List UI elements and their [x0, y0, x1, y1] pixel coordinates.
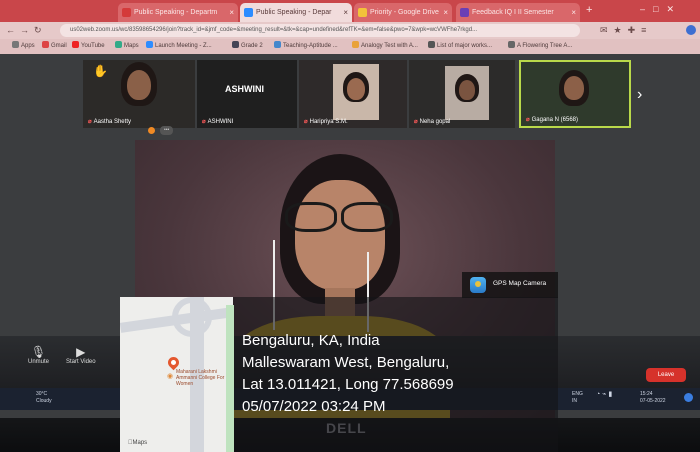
participant-face [347, 78, 365, 100]
participant-face [127, 70, 151, 100]
place-icon: ◉ [167, 373, 174, 380]
bookmark-teaching[interactable]: Teaching-Aptitude ... [274, 41, 338, 52]
bookmark-flowering-tree[interactable]: A Flowering Tree A... [508, 41, 572, 52]
notification-icon[interactable] [684, 393, 693, 402]
participant-avatar-name: ASHWINI [225, 84, 264, 94]
tab-label: Feedback IQ I II Semester [472, 9, 554, 16]
zoom-favicon-icon [244, 8, 253, 17]
maps-icon [115, 41, 122, 48]
gps-timestamp: 05/07/2022 03:24 PM [242, 398, 386, 415]
close-icon[interactable]: × [443, 3, 448, 22]
tab-label: Public Speaking - Departm [134, 9, 218, 16]
muted-mic-icon: ⌀ [202, 119, 206, 125]
bookmark-apps[interactable]: Apps [12, 41, 35, 52]
start-video-button[interactable]: ▶ Start Video [66, 345, 96, 365]
zoom-icon [146, 41, 153, 48]
recording-icon [148, 127, 155, 134]
raised-hand-icon: ✋ [93, 64, 108, 78]
participant-tile[interactable]: ✋ ⌀ Aastha Shetty [83, 60, 195, 128]
gps-city: Bengaluru, KA, India [242, 332, 380, 349]
speaker-face [295, 180, 385, 290]
bookmark-youtube[interactable]: YouTube [72, 41, 105, 52]
gps-camera-label: GPS Map Camera [493, 280, 547, 287]
tray-icons[interactable]: ◔ ⌁ ▮ [596, 391, 612, 398]
start-video-label: Start Video [66, 359, 96, 365]
participant-name: Gagana N (6568) [531, 117, 578, 123]
new-tab-button[interactable]: + [586, 4, 592, 16]
forms-favicon-icon [460, 8, 469, 17]
tab-favicon-icon [122, 8, 131, 17]
google-icon [274, 41, 281, 48]
profile-avatar[interactable] [686, 25, 696, 35]
bookmarks-bar [0, 39, 700, 54]
video-camera-icon: ▶ [76, 345, 86, 359]
weather-temp: 30°C [36, 391, 48, 397]
browser-tab-active[interactable]: Public Speaking - Depar × [240, 3, 352, 22]
tab-label: Priority - Google Drive [370, 9, 439, 16]
globe-icon [232, 41, 239, 48]
browser-tab[interactable]: Priority - Google Drive × [354, 3, 452, 22]
extension-icons[interactable]: ✉★✚≡ [600, 24, 652, 37]
glasses-right [341, 202, 393, 232]
participant-name: Haripriya S.M. [309, 119, 348, 125]
weather-desc: Cloudy [36, 398, 52, 404]
participant-name: Aastha Shetty [93, 119, 131, 125]
location-pin-dot [171, 360, 176, 365]
bookmark-launch-meeting[interactable]: Launch Meeting - Z... [146, 41, 212, 52]
participant-tile-active-speaker[interactable]: ⌀ Gagana N (6568) [519, 60, 631, 128]
back-icon[interactable]: ← [6, 24, 15, 37]
apple-maps-logo: Maps [128, 440, 147, 446]
muted-mic-icon: ⌀ [414, 119, 418, 125]
leave-button[interactable]: Leave [646, 368, 686, 382]
window-controls[interactable]: –□✕ [640, 4, 682, 15]
participant-tile[interactable]: ASHWINI ⌀ ASHWINI [197, 60, 297, 128]
muted-mic-icon: ⌀ [526, 117, 530, 123]
url-input[interactable]: us02web.zoom.us/wc/83598654296/join?trac… [60, 24, 580, 37]
bookmark-icon [352, 41, 359, 48]
gps-address: Malleswaram West, Bengaluru, [242, 354, 450, 371]
unmute-label: Unmute [28, 359, 50, 365]
close-icon[interactable]: × [571, 3, 576, 22]
next-page-icon[interactable]: › [637, 86, 642, 104]
tab-label: Public Speaking - Depar [256, 9, 332, 16]
apps-icon [12, 41, 19, 48]
clock[interactable]: 15:24 07-05-2022 [640, 391, 666, 405]
drive-favicon-icon [358, 8, 367, 17]
gps-camera-app-icon [470, 277, 486, 293]
bookmark-gmail[interactable]: Gmail [42, 41, 67, 52]
browser-tab[interactable]: Public Speaking - Departm × [118, 3, 238, 22]
gps-coordinates: Lat 13.011421, Long 77.568699 [242, 376, 454, 393]
language-indicator[interactable]: ENG IN [572, 391, 583, 405]
participant-name: Neha gopal [419, 119, 451, 125]
weather-widget[interactable]: 30°C Cloudy [36, 391, 52, 405]
participant-face [564, 76, 584, 100]
map-road [172, 297, 212, 337]
muted-mic-icon: ⌀ [88, 119, 92, 125]
participant-tile[interactable]: ⌀ Haripriya S.M. [299, 60, 407, 128]
globe-icon [508, 41, 515, 48]
muted-mic-icon: ⌀ [304, 119, 308, 125]
map-place-label: Maharani Lakshmi Ammanni College For Wom… [176, 369, 225, 387]
forward-icon[interactable]: → [20, 24, 29, 37]
bookmark-analogy[interactable]: Analogy Test with A... [352, 41, 418, 52]
reload-icon[interactable]: ↻ [34, 24, 42, 37]
close-icon[interactable]: × [229, 3, 234, 22]
microphone-icon: 🎙 [30, 345, 47, 359]
browser-tab[interactable]: Feedback IQ I II Semester × [456, 3, 580, 22]
unmute-button[interactable]: 🎙 Unmute [28, 345, 49, 365]
meeting-info-badge[interactable]: ••• [160, 126, 174, 135]
participant-name: ASHWINI [207, 119, 234, 125]
globe-icon [428, 41, 435, 48]
youtube-icon [72, 41, 79, 48]
gmail-icon [42, 41, 49, 48]
glasses-left [285, 202, 337, 232]
bookmark-grade2[interactable]: Grade 2 [232, 41, 263, 52]
participant-tile[interactable]: ⌀ Neha gopal [409, 60, 515, 128]
bookmark-list-works[interactable]: List of major works... [428, 41, 492, 52]
participant-face [459, 80, 475, 100]
bookmark-maps[interactable]: Maps [115, 41, 139, 52]
close-icon[interactable]: × [343, 3, 348, 22]
